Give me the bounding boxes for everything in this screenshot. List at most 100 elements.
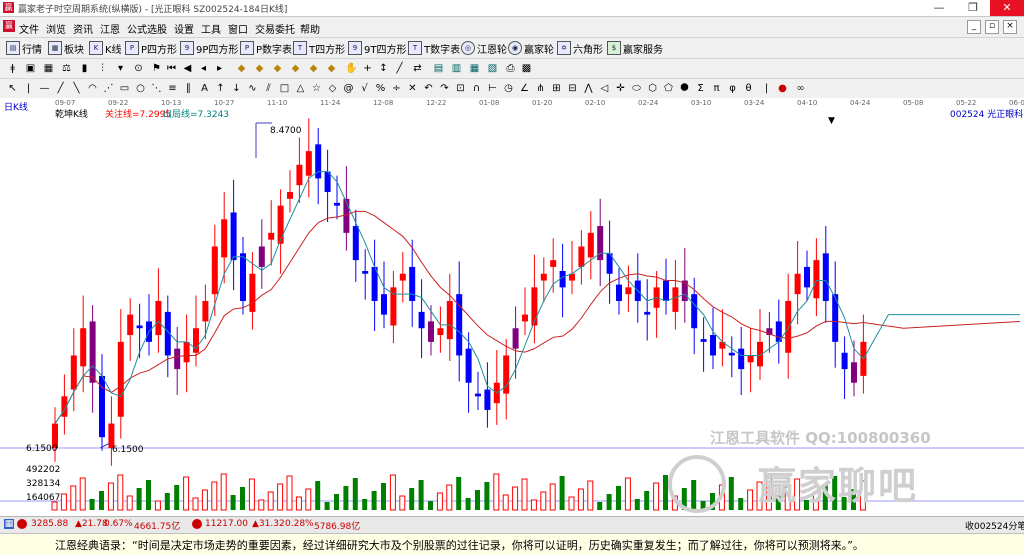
toolbar-winner-wheel[interactable]: ◉ 赢家轮 [508,41,554,56]
toolbar-t-square[interactable]: T T四方形 [293,41,345,56]
close-button[interactable]: ✕ [990,0,1024,16]
wedge-icon[interactable]: ◁ [598,82,611,95]
toolbar-sector[interactable]: ▦ 板块 [48,41,84,56]
hexagon2-icon[interactable]: ⬡ [646,82,659,95]
diamond-icon-1[interactable]: ◆ [235,62,248,75]
candle-body[interactable] [249,273,256,312]
candle-body[interactable] [352,226,359,261]
triangle-icon[interactable]: △ [294,82,307,95]
menu-tools[interactable]: 工具 [201,21,221,36]
arc-icon[interactable]: ◠ [86,82,99,95]
candle-body[interactable] [277,205,284,244]
candle-body[interactable] [813,260,820,299]
toolbar-9p-square[interactable]: 9 9P四方形 [180,41,238,56]
candle-body[interactable] [644,311,651,315]
menu-browse[interactable]: 浏览 [46,21,66,36]
plus-icon[interactable]: + [361,62,374,75]
channel-icon[interactable]: ╲ [70,82,83,95]
angle-icon[interactable]: ∠ [518,82,531,95]
candle-body[interactable] [475,393,481,397]
candle-body[interactable] [230,212,237,261]
ellipse-icon[interactable]: ⬭ [630,82,643,95]
flag-icon[interactable]: ⚑ [150,62,163,75]
percent-icon[interactable]: % [374,82,387,95]
restore-button[interactable]: ❐ [956,0,990,16]
lock-icon[interactable]: ⊡ [454,82,467,95]
menu-formula-select[interactable]: 公式选股 [127,21,167,36]
cycle-icon[interactable]: ⊙ [132,62,145,75]
pi-icon[interactable]: π [710,82,723,95]
level-icon[interactable]: ⊟ [566,82,579,95]
candle-body[interactable] [822,253,829,301]
menu-file[interactable]: 文件 [19,21,39,36]
star-icon[interactable]: ☆ [310,82,323,95]
mdi-minimize-button[interactable]: _ [967,20,981,34]
parallel-icon[interactable]: ⫽ [262,82,275,95]
candle-body[interactable] [381,294,387,315]
grid-icon[interactable]: ▣ [24,62,37,75]
candle-body[interactable] [334,202,340,206]
toolbar-t-number-table[interactable]: T T数字表 [408,41,460,56]
candle-body[interactable] [681,280,688,301]
candle-body[interactable] [362,271,369,274]
cycle-line-icon[interactable]: ∥ [182,82,195,95]
candle-body[interactable] [663,280,669,301]
candle-body[interactable] [324,171,331,193]
candle-body[interactable] [710,335,716,356]
toolbar-gann-wheel[interactable]: ◎ 江恩轮 [461,41,507,56]
scale-icon[interactable]: ⚖ [60,62,73,75]
arrow-up-icon[interactable]: ↑ [214,82,227,95]
menu-gann[interactable]: 江恩 [100,21,120,36]
fan-icon[interactable]: ⋰ [102,82,115,95]
calendar-icon[interactable]: ▦ [42,62,55,75]
diamond-outline-icon[interactable]: ◇ [326,82,339,95]
spiral-icon[interactable]: @ [342,82,355,95]
candle-body[interactable] [672,287,679,312]
candle-body[interactable] [446,300,453,340]
save4-icon[interactable]: ▧ [486,62,499,75]
theta-icon[interactable]: θ [742,82,755,95]
candle-body[interactable] [127,314,134,336]
delete-icon[interactable]: ✕ [406,82,419,95]
candle-body[interactable] [418,311,425,329]
vline-icon[interactable]: | [22,82,35,95]
candle-body[interactable] [296,164,303,186]
toolbar-hexagon[interactable]: ✡ 六角形 [557,41,603,56]
candle-body[interactable] [522,314,528,322]
right-icon[interactable]: ▸ [213,62,226,75]
chart-icon[interactable]: ▩ [520,62,533,75]
diamond-icon-5[interactable]: ◆ [307,62,320,75]
color-icon[interactable]: ● [776,82,789,95]
square-root-icon[interactable]: √ [358,82,371,95]
arrow-down-icon[interactable]: ↓ [230,82,243,95]
line-icon[interactable]: ╱ [393,62,406,75]
mark-icon[interactable]: | [760,82,773,95]
save3-icon[interactable]: ▦ [468,62,481,75]
candle-body[interactable] [409,266,416,301]
candle-body[interactable] [851,362,857,383]
candle-body[interactable] [136,325,143,329]
menu-window[interactable]: 窗口 [228,21,248,36]
candle-body[interactable] [512,328,519,349]
zoom-icon[interactable]: ▾ [114,62,127,75]
candle-body[interactable] [428,321,434,342]
candle-body[interactable] [258,246,265,267]
hline-icon[interactable]: — [38,82,51,95]
candle-body[interactable] [117,341,124,417]
magnet-icon[interactable]: ∩ [470,82,483,95]
candle-body[interactable] [268,232,275,240]
toolbar-p-square[interactable]: P P四方形 [125,41,177,56]
cross-icon[interactable]: ✛ [614,82,627,95]
candle-body[interactable] [747,355,754,363]
candle-body[interactable] [202,300,209,322]
candle-body[interactable] [804,266,810,288]
candle-body[interactable] [240,253,246,301]
toolbar-service[interactable]: $ 赢家服务 [607,41,663,56]
hand-icon[interactable]: ✋ [345,62,358,75]
toolbar-9t-square[interactable]: 9 9T四方形 [348,41,406,56]
left-icon[interactable]: ◂ [197,62,210,75]
candle-body[interactable] [211,246,218,295]
print-icon[interactable]: ⎙ [504,62,517,75]
ruler-icon[interactable]: ⊢ [486,82,499,95]
candle-body[interactable] [550,260,557,267]
